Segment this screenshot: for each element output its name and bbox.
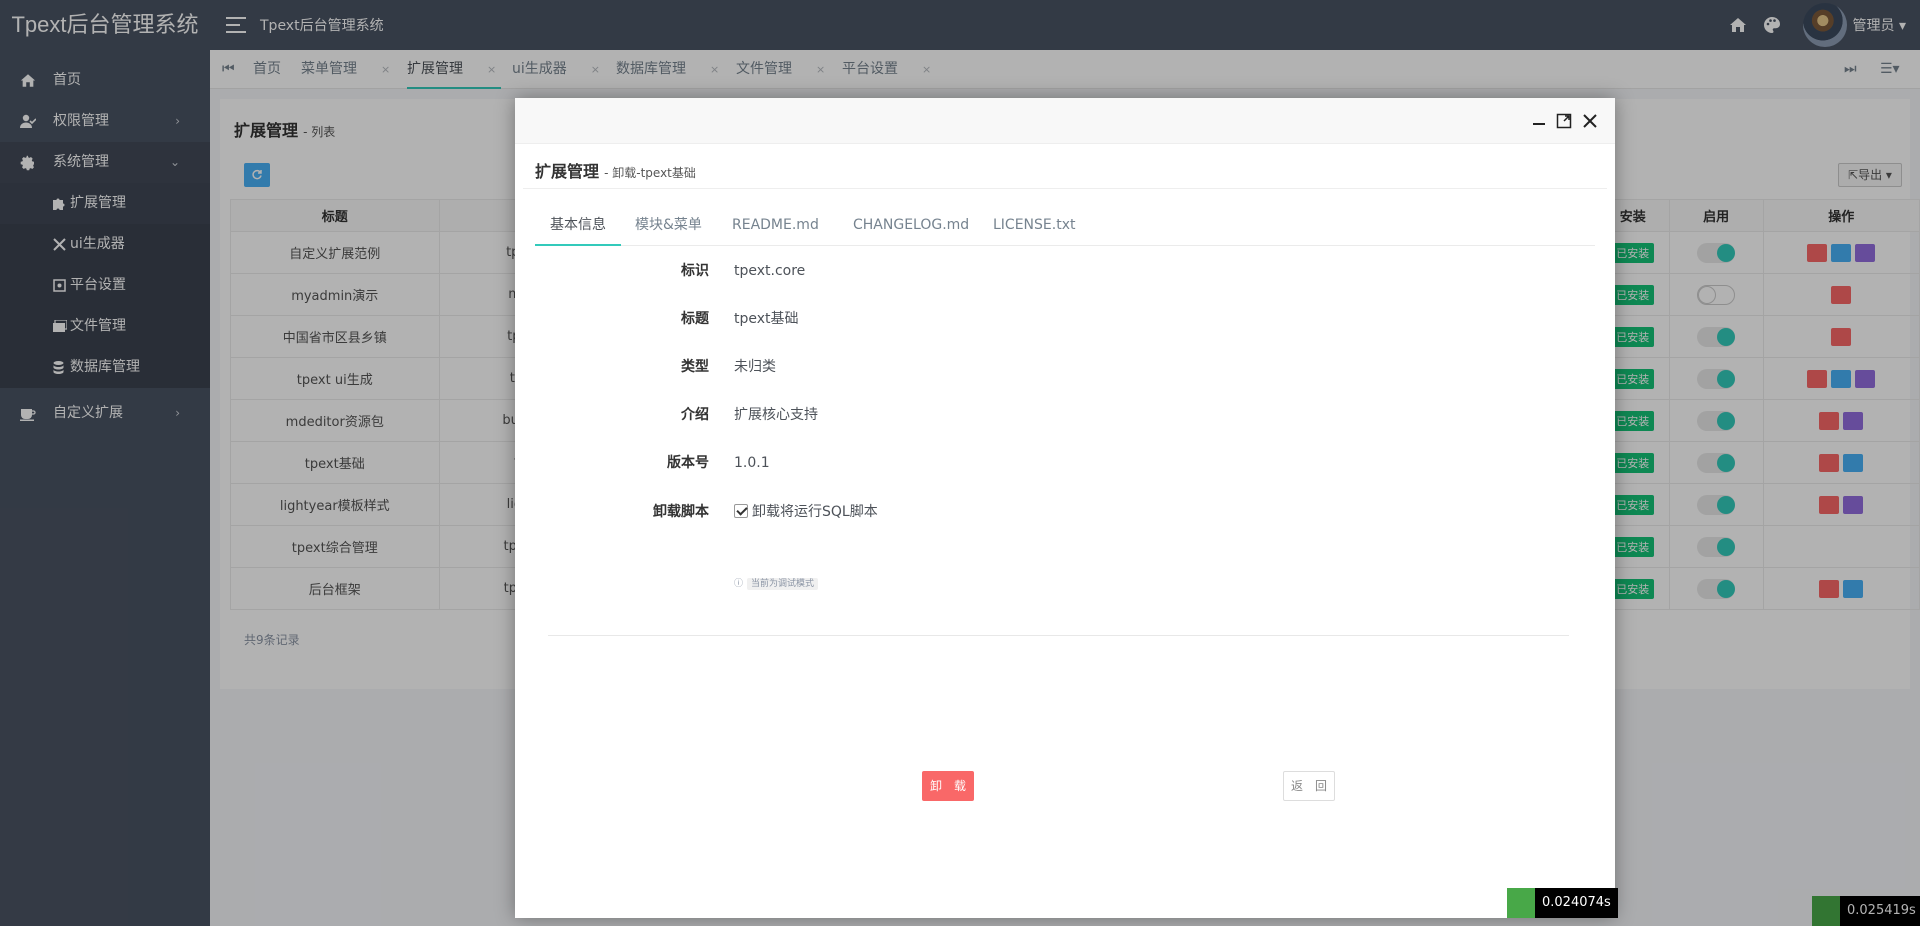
tab-license[interactable]: LICENSE.txt [978, 204, 1090, 246]
uninstall-dialog: 扩展管理 - 卸载-tpext基础 基本信息 模块&菜单 README.md C… [515, 98, 1618, 918]
dialog-tabs: 基本信息 模块&菜单 README.md CHANGELOG.md LICENS… [535, 204, 1595, 246]
field-label: 版本号 [667, 455, 709, 471]
timer-logo-icon [1507, 888, 1535, 918]
field-value: 1.0.1 [734, 455, 770, 471]
tab-basic-info[interactable]: 基本信息 [535, 204, 621, 246]
dialog-title: 扩展管理 - 卸载-tpext基础 [535, 158, 696, 182]
field-uninstall-script: 卸载脚本 卸载将运行SQL脚本 [523, 497, 1607, 527]
debug-mode-hint: ⓘ 当前为调试模式 [734, 576, 819, 590]
checkbox-label: 卸载将运行SQL脚本 [752, 504, 878, 520]
field-value: 未归类 [734, 359, 776, 375]
tab-readme[interactable]: README.md [717, 204, 834, 246]
field-label: 卸载脚本 [653, 504, 709, 520]
field-label: 类型 [681, 359, 709, 375]
field-version: 版本号 1.0.1 [523, 448, 1607, 478]
maximize-icon[interactable] [1555, 112, 1573, 130]
info-icon: ⓘ [734, 579, 744, 589]
field-label: 标识 [681, 263, 709, 279]
field-value: tpext基础 [734, 311, 799, 327]
uninstall-button[interactable]: 卸 载 [922, 771, 974, 801]
minimize-icon[interactable] [1530, 112, 1548, 130]
dialog-divider [523, 188, 1607, 189]
form-divider [548, 635, 1569, 636]
field-description: 介绍 扩展核心支持 [523, 400, 1607, 430]
uninstall-script-checkbox[interactable]: 卸载将运行SQL脚本 [734, 497, 878, 527]
tab-modules-menus[interactable]: 模块&菜单 [620, 204, 717, 246]
dialog-body: 扩展管理 - 卸载-tpext基础 基本信息 模块&菜单 README.md C… [523, 144, 1607, 918]
dialog-title-text: 扩展管理 [535, 162, 600, 181]
field-identifier: 标识 tpext.core [523, 256, 1607, 286]
checkbox-checked-icon[interactable] [734, 504, 748, 518]
dialog-timer: 0.024074s [1535, 888, 1618, 918]
back-button[interactable]: 返 回 [1283, 771, 1335, 801]
field-title: 标题 tpext基础 [523, 304, 1607, 334]
dialog-subtitle: - 卸载-tpext基础 [604, 166, 696, 180]
field-value: tpext.core [734, 263, 806, 279]
field-label: 标题 [681, 311, 709, 327]
field-label: 介绍 [681, 407, 709, 423]
debug-hint-text: 当前为调试模式 [747, 578, 819, 590]
close-icon[interactable] [1581, 112, 1599, 130]
field-type: 类型 未归类 [523, 352, 1607, 382]
tab-changelog[interactable]: CHANGELOG.md [838, 204, 984, 246]
field-value: 扩展核心支持 [734, 407, 818, 423]
dialog-titlebar [515, 98, 1615, 144]
